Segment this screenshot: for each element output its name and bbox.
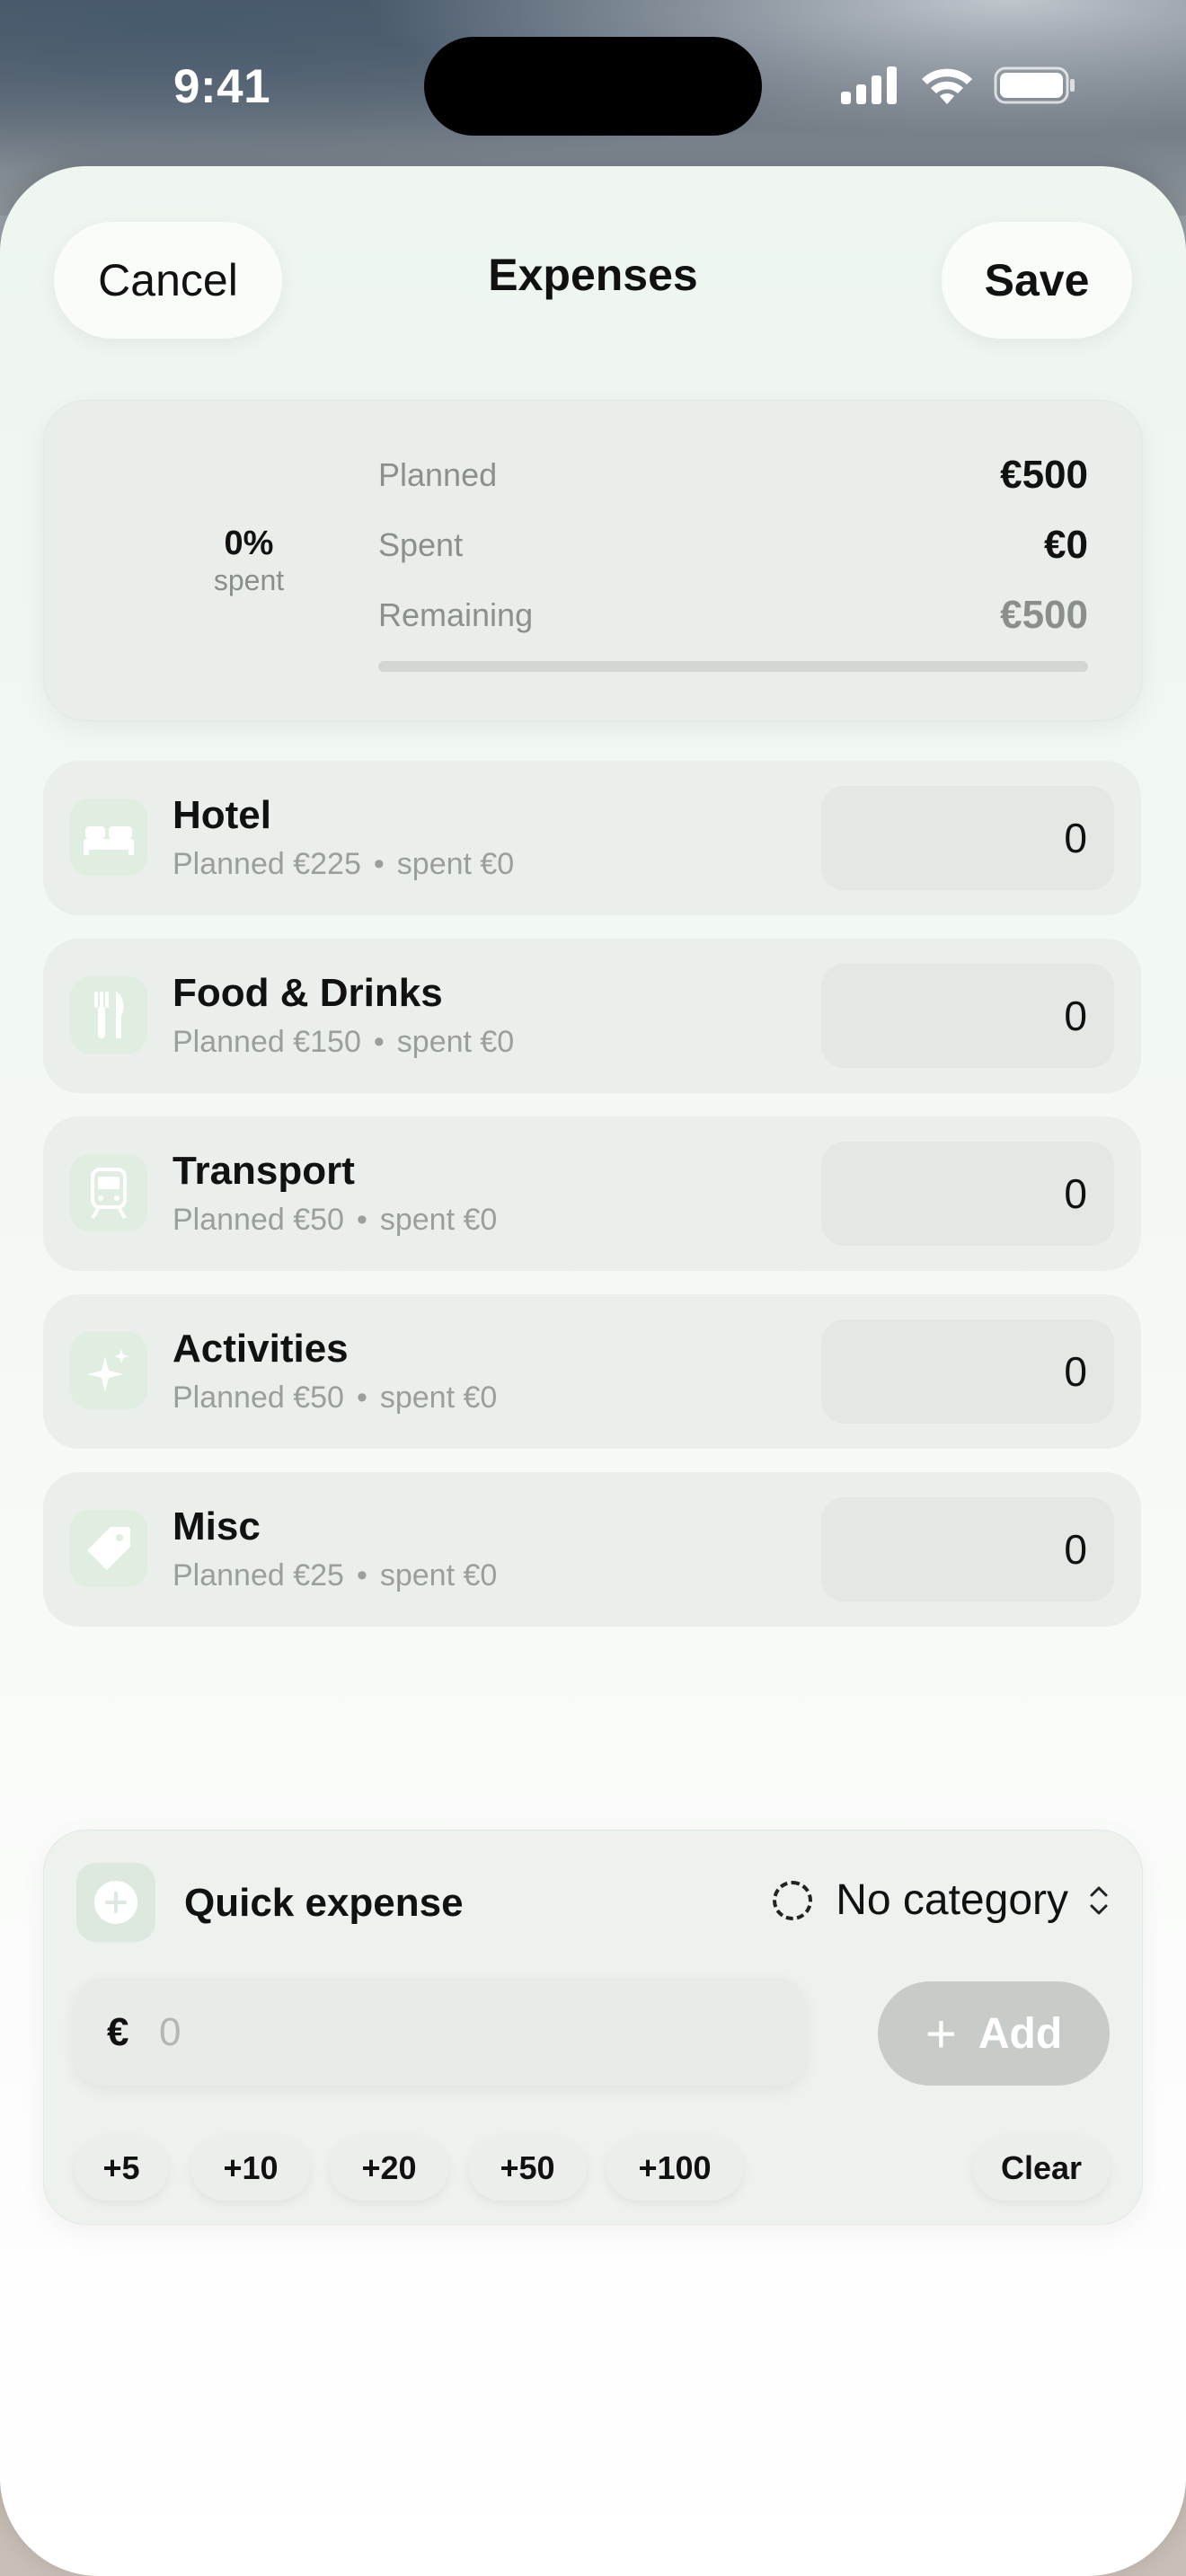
quick-amount-chip-20[interactable]: +20 (330, 2136, 448, 2201)
spent-row: Spent €0 (378, 523, 1088, 567)
expenses-sheet: Cancel Expenses Save 0% spent Planned €5… (0, 166, 1186, 2576)
quick-expense-title: Quick expense (184, 1881, 464, 1925)
quick-expense-card: Quick expense No category € 0 + Add +5 +… (43, 1830, 1143, 2225)
sparkles-icon (70, 1332, 147, 1409)
category-amount-input[interactable]: 0 (821, 1319, 1114, 1424)
plus-icon: + (925, 2003, 957, 2064)
planned-label: Planned (378, 456, 498, 493)
fork-knife-icon (70, 976, 147, 1054)
category-row-transport[interactable]: Transport Planned €50 • spent €0 0 (43, 1116, 1141, 1271)
category-amount-input[interactable]: 0 (821, 786, 1114, 890)
amount-input[interactable]: € 0 (75, 1978, 806, 2086)
amount-placeholder: 0 (159, 2010, 181, 2054)
spent-value: €0 (1044, 523, 1088, 567)
category-row-misc[interactable]: Misc Planned €25 • spent €0 0 (43, 1472, 1141, 1627)
dashed-circle-icon (773, 1880, 813, 1920)
quick-amount-chip-10[interactable]: +10 (191, 2136, 310, 2201)
quick-amount-chip-5[interactable]: +5 (75, 2136, 168, 2201)
category-amount-input[interactable]: 0 (821, 1142, 1114, 1246)
cellular-signal-icon (841, 66, 897, 104)
tag-icon (70, 1510, 147, 1587)
category-row-activities[interactable]: Activities Planned €50 • spent €0 0 (43, 1294, 1141, 1449)
category-row-hotel[interactable]: Hotel Planned €225 • spent €0 0 (43, 761, 1141, 915)
category-amount-input[interactable]: 0 (821, 964, 1114, 1068)
budget-progress-bar (378, 661, 1088, 672)
remaining-value: €500 (1000, 593, 1088, 637)
category-amount-input[interactable]: 0 (821, 1497, 1114, 1601)
budget-summary-card: 0% spent Planned €500 Spent €0 Remaining… (43, 400, 1143, 721)
quick-amount-chip-100[interactable]: +100 (606, 2136, 743, 2201)
dynamic-island (424, 37, 762, 136)
battery-icon (994, 66, 1075, 104)
category-name: Hotel (173, 793, 271, 837)
remaining-label: Remaining (378, 596, 534, 633)
category-name: Transport (173, 1149, 355, 1193)
status-time: 9:41 (173, 60, 271, 113)
remaining-row: Remaining €500 (378, 593, 1088, 637)
spent-label: Spent (378, 526, 464, 563)
category-subtitle: Planned €50 • spent €0 (173, 1381, 498, 1415)
spent-percent-caption: spent (213, 564, 285, 596)
category-name: Food & Drinks (173, 971, 443, 1015)
wifi-icon (922, 68, 972, 104)
spent-percent: 0% (224, 525, 274, 562)
plus-circle-icon (76, 1863, 155, 1942)
status-bar: 9:41 (0, 0, 1186, 171)
chevron-up-down-icon (1090, 1886, 1108, 1914)
planned-value: €500 (1000, 453, 1088, 497)
category-name: Misc (173, 1504, 261, 1548)
category-subtitle: Planned €150 • spent €0 (173, 1025, 515, 1059)
quick-amount-chip-50[interactable]: +50 (468, 2136, 587, 2201)
currency-symbol: € (107, 2010, 129, 2054)
category-subtitle: Planned €50 • spent €0 (173, 1203, 498, 1237)
category-picker[interactable]: No category (773, 1875, 1110, 1925)
category-subtitle: Planned €225 • spent €0 (173, 847, 515, 881)
category-picker-label: No category (836, 1876, 1068, 1924)
add-button[interactable]: + Add (878, 1981, 1110, 2086)
add-button-label: Add (978, 2009, 1063, 2058)
planned-row: Planned €500 (378, 453, 1088, 497)
category-row-food-drinks[interactable]: Food & Drinks Planned €150 • spent €0 0 (43, 939, 1141, 1093)
clear-button[interactable]: Clear (973, 2136, 1110, 2201)
category-subtitle: Planned €25 • spent €0 (173, 1558, 498, 1592)
category-name: Activities (173, 1327, 349, 1371)
train-icon (70, 1154, 147, 1231)
save-button[interactable]: Save (942, 222, 1132, 339)
bed-icon (70, 798, 147, 876)
